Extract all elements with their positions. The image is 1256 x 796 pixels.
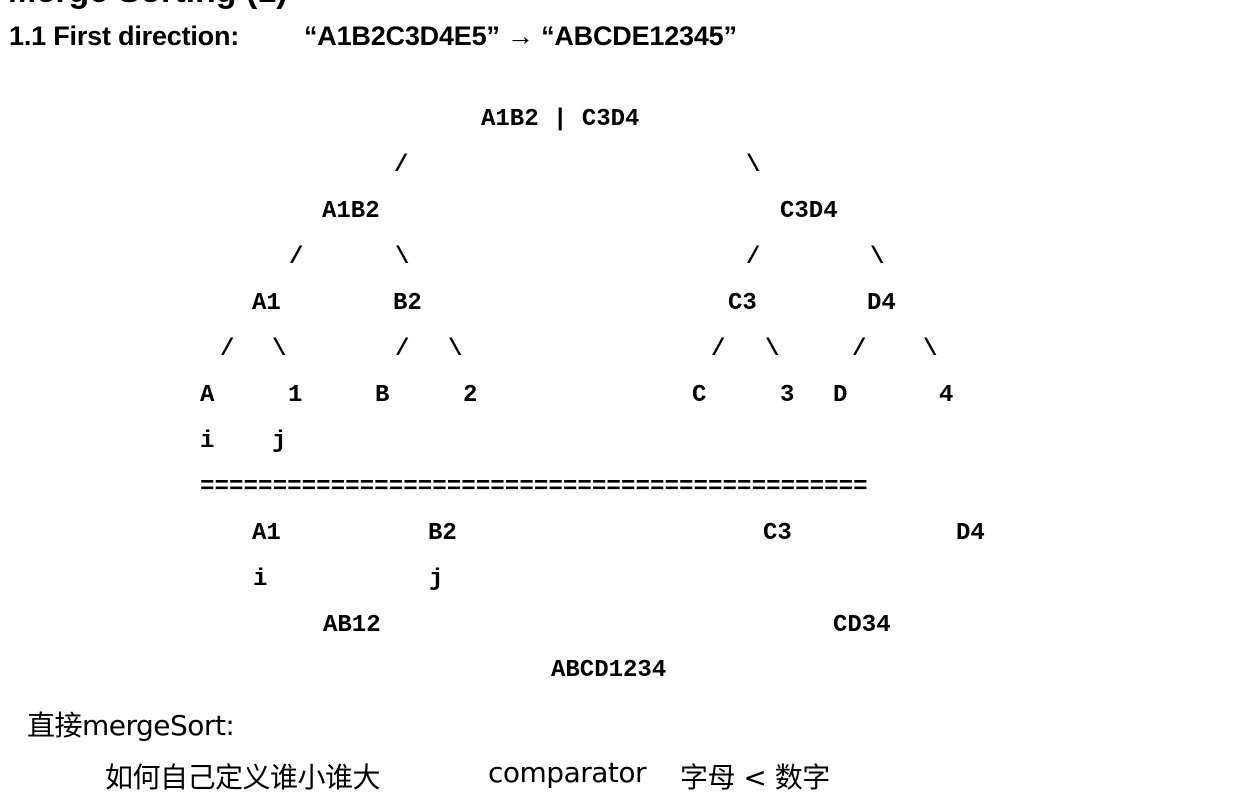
tree-char: C xyxy=(692,382,707,409)
merge-item: D4 xyxy=(956,520,985,547)
section-heading-example: “A1B2C3D4E5” → “ABCDE12345” xyxy=(304,21,737,51)
note-letter-lt-digit: 字母 < 数字 xyxy=(680,761,830,794)
section-heading: 1.1 First direction: “A1B2C3D4E5” → “ABC… xyxy=(9,21,737,52)
merged-left: AB12 xyxy=(323,612,381,639)
edge-left-right: \ xyxy=(395,244,410,271)
edge: \ xyxy=(448,336,463,363)
edge: / xyxy=(220,336,235,363)
merge-pointer-i: i xyxy=(253,566,268,593)
pointer-j: j xyxy=(272,428,287,455)
merge-item: B2 xyxy=(428,520,457,547)
tree-leaf-c3: C3 xyxy=(728,290,757,317)
edge-right-left: / xyxy=(746,244,761,271)
pointer-i: i xyxy=(200,428,215,455)
divider-line: ========================================… xyxy=(200,474,868,501)
section-heading-label: 1.1 First direction: xyxy=(9,21,240,51)
tree-char: 1 xyxy=(288,382,303,409)
edge: / xyxy=(852,336,867,363)
edge: / xyxy=(395,336,410,363)
note-custom-order: 如何自己定义谁小谁大 xyxy=(105,761,381,794)
edge: \ xyxy=(765,336,780,363)
tree-leaf-a1: A1 xyxy=(252,290,281,317)
tree-leaf-b2: B2 xyxy=(393,290,422,317)
tree-char: 4 xyxy=(939,382,954,409)
merge-item: C3 xyxy=(763,520,792,547)
tree-root: A1B2 | C3D4 xyxy=(481,106,640,133)
tree-node-right: C3D4 xyxy=(780,198,838,225)
edge-left-left: / xyxy=(289,244,304,271)
edge: \ xyxy=(923,336,938,363)
merged-final: ABCD1234 xyxy=(551,657,667,684)
tree-leaf-d4: D4 xyxy=(867,290,896,317)
edge: \ xyxy=(272,336,287,363)
merge-pointer-j: j xyxy=(429,566,444,593)
edge: / xyxy=(711,336,726,363)
tree-char: A xyxy=(200,382,215,409)
page-title-partial: Merge Sorting (1) xyxy=(8,0,288,11)
tree-char: B xyxy=(375,382,390,409)
tree-char: 2 xyxy=(463,382,478,409)
edge-root-left: / xyxy=(394,152,409,179)
edge-right-right: \ xyxy=(870,244,885,271)
tree-char: D xyxy=(833,382,848,409)
tree-char: 3 xyxy=(780,382,795,409)
tree-node-left: A1B2 xyxy=(322,198,380,225)
note-comparator: comparator xyxy=(488,756,647,789)
edge-root-right: \ xyxy=(746,152,761,179)
merge-item: A1 xyxy=(252,520,281,547)
merged-right: CD34 xyxy=(833,612,891,639)
note-line-1: 直接mergeSort: xyxy=(27,709,235,742)
